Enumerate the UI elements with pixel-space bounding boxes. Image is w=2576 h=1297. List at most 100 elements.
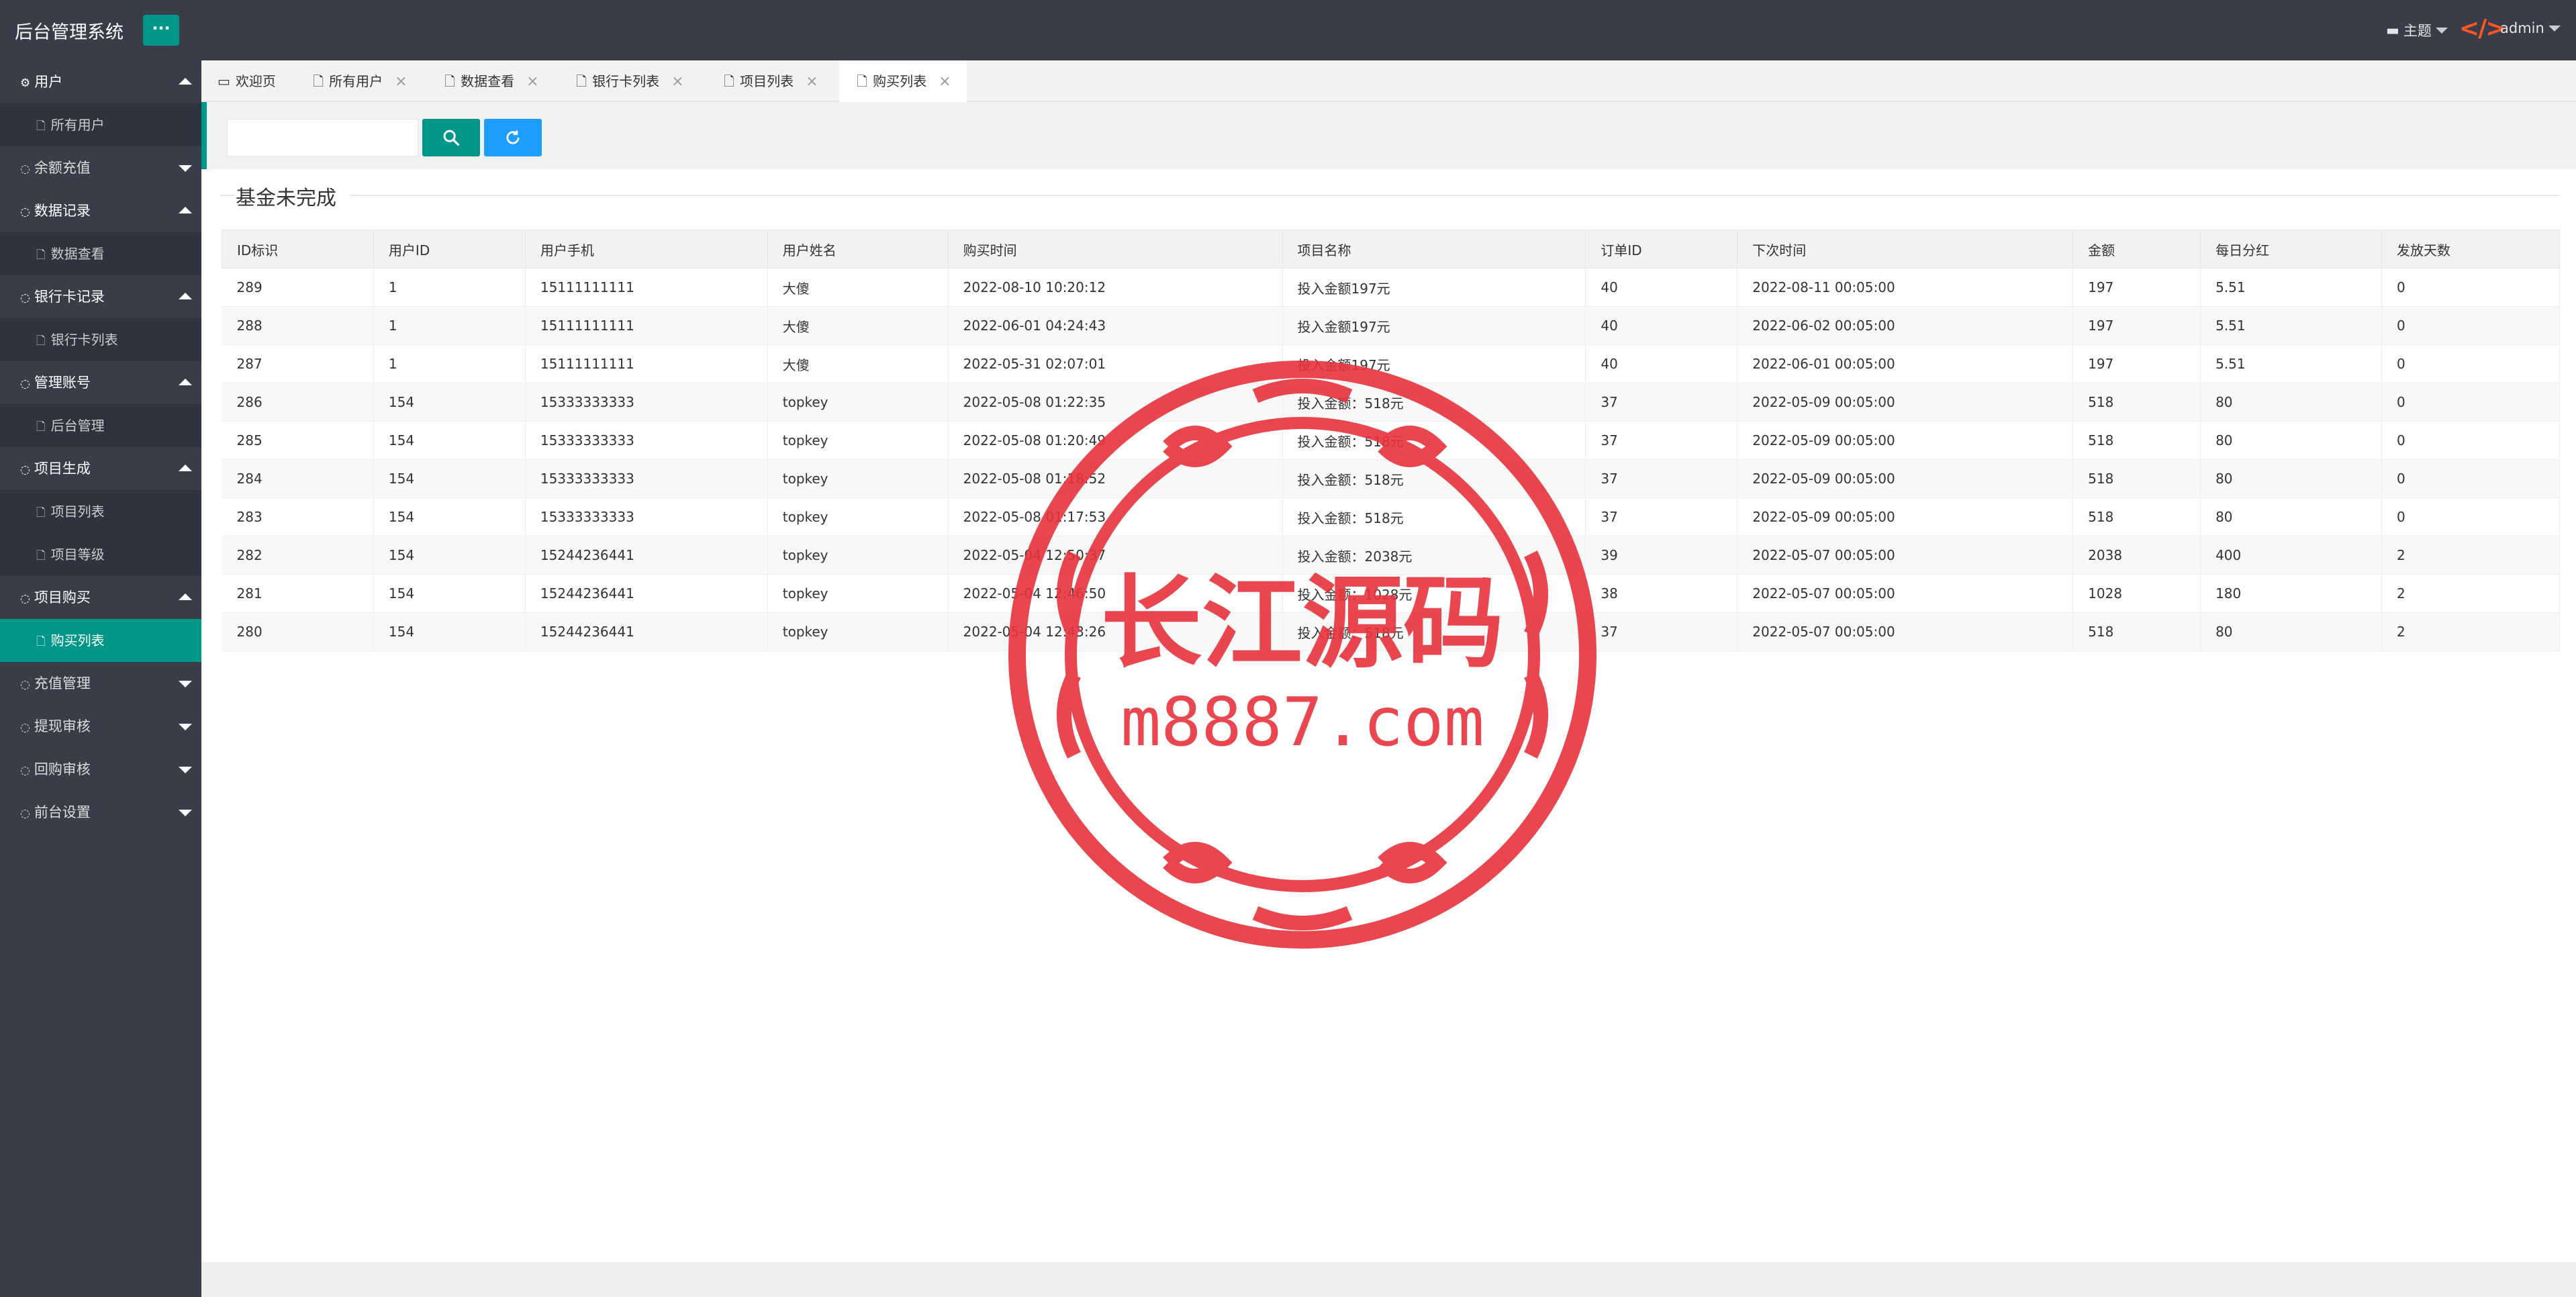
search-button[interactable] [422, 119, 480, 156]
tab[interactable]: 🗋 项目列表 × [706, 60, 839, 102]
column-header[interactable]: 金额 [2072, 230, 2201, 269]
close-icon[interactable]: × [526, 73, 538, 90]
column-header[interactable]: 用户姓名 [767, 230, 949, 269]
sidebar-group[interactable]: ◌ 管理账号 [0, 361, 201, 404]
table-cell: 0 [2381, 344, 2561, 383]
theme-icon: ▬ [2386, 22, 2399, 38]
table-cell: 154 [373, 574, 526, 613]
sidebar-item[interactable]: 🗋 数据查看 [0, 232, 201, 275]
sidebar-group[interactable]: ◌ 充值管理 [0, 662, 201, 705]
tab[interactable]: ▭ 欢迎页 [201, 60, 295, 102]
sidebar-group[interactable]: ◌ 项目购买 [0, 576, 201, 619]
app-title: 后台管理系统 [15, 22, 124, 43]
table-cell: 投入金额197元 [1282, 344, 1586, 383]
close-icon[interactable]: × [671, 73, 683, 90]
sidebar-group[interactable]: ⚙ 用户 [0, 60, 201, 103]
table-row[interactable]: 287 1 15111111111 大傻 2022-05-31 02:07:01 投入金额… [222, 344, 2561, 383]
footer-bar [201, 1262, 2576, 1297]
table-cell: 37 [1585, 383, 1738, 422]
sidebar-group[interactable]: ◌ 提现审核 [0, 705, 201, 748]
table-cell: 2022-06-01 04:24:43 [948, 306, 1283, 345]
tab[interactable]: 🗋 所有用户 × [295, 60, 427, 102]
close-icon[interactable]: × [939, 73, 951, 90]
table-row[interactable]: 289 1 15111111111 大傻 2022-08-10 10:20:12 投入金额… [222, 268, 2561, 307]
table-row[interactable]: 280 154 15244236441 topkey 2022-05-04 12:43:… [222, 612, 2561, 651]
table-cell: 15244236441 [525, 612, 768, 651]
table-cell: 2022-08-10 10:20:12 [948, 268, 1283, 307]
close-icon[interactable]: × [395, 73, 407, 90]
table-cell: 287 [222, 344, 374, 383]
table-row[interactable]: 281 154 15244236441 topkey 2022-05-04 12:46:… [222, 574, 2561, 613]
table-cell: 2022-05-09 00:05:00 [1737, 459, 2074, 498]
table-cell: 283 [222, 497, 374, 536]
column-header[interactable]: 购买时间 [947, 230, 1283, 269]
sidebar-item[interactable]: 🗋 后台管理 [0, 404, 201, 447]
table-row[interactable]: 288 1 15111111111 大傻 2022-06-01 04:24:43 投入金额… [222, 306, 2561, 345]
menu-toggle-button[interactable]: ··· [143, 15, 179, 46]
chevron-up-icon [179, 207, 192, 213]
sidebar-item[interactable]: 🗋 项目列表 [0, 490, 201, 533]
table-row[interactable]: 286 154 15333333333 topkey 2022-05-08 01:22:… [222, 383, 2561, 422]
refresh-button[interactable] [484, 119, 542, 156]
table-cell: 0 [2381, 497, 2561, 536]
table-cell: 2022-05-04 12:43:26 [948, 612, 1283, 651]
table-row[interactable]: 284 154 15333333333 topkey 2022-05-08 01:18:… [222, 459, 2561, 498]
sidebar-item-label: 后台管理 [50, 418, 105, 434]
watermark-line2: m8887.com [1120, 683, 1484, 761]
file-icon: 🗋 [36, 506, 46, 520]
column-header[interactable]: ID标识 [222, 230, 374, 269]
circle-icon: ◌ [20, 463, 30, 477]
table-cell: 40 [1585, 268, 1738, 307]
column-header[interactable]: 发放天数 [2381, 230, 2561, 269]
sidebar-item[interactable]: 🗋 所有用户 [0, 103, 201, 146]
search-input[interactable] [227, 119, 418, 156]
sidebar-group-label: 用户 [34, 74, 63, 90]
user-menu[interactable]: admin [2500, 20, 2561, 36]
theme-menu[interactable]: ▬ 主题 [2386, 20, 2448, 40]
circle-icon: ◌ [20, 592, 30, 606]
column-header[interactable]: 订单ID [1585, 230, 1738, 269]
gear-icon: ⚙ [20, 77, 31, 90]
column-header[interactable]: 每日分红 [2200, 230, 2382, 269]
sidebar-item[interactable]: 🗋 项目等级 [0, 533, 201, 576]
column-header[interactable]: 项目名称 [1282, 230, 1586, 269]
table-cell: 2 [2381, 536, 2561, 575]
sidebar-group[interactable]: ◌ 回购审核 [0, 748, 201, 791]
table-cell: topkey [767, 383, 949, 422]
close-icon[interactable]: × [806, 73, 818, 90]
tab[interactable]: 🗋 数据查看 × [427, 60, 559, 102]
table-cell: 2 [2381, 612, 2561, 651]
sidebar-group-label: 回购审核 [34, 761, 91, 777]
table-cell: 投入金额：518元 [1282, 612, 1586, 651]
code-icon[interactable]: </> [2459, 15, 2506, 42]
table-cell: topkey [767, 459, 949, 498]
sidebar-item[interactable]: 🗋 银行卡列表 [0, 318, 201, 361]
table-cell: 1 [373, 306, 526, 345]
tab[interactable]: 🗋 购买列表 × [839, 60, 967, 102]
table-row[interactable]: 282 154 15244236441 topkey 2022-05-04 12:50:… [222, 536, 2561, 575]
sidebar-item-label: 项目等级 [50, 546, 105, 563]
table-cell: 0 [2381, 306, 2561, 345]
sidebar-group[interactable]: ◌ 余额充值 [0, 146, 201, 189]
file-icon: 🗋 [36, 119, 46, 133]
table-cell: topkey [767, 612, 949, 651]
table-cell: 154 [373, 459, 526, 498]
sidebar-group[interactable]: ◌ 银行卡记录 [0, 275, 201, 318]
chevron-up-icon [179, 465, 192, 471]
table-cell: 286 [222, 383, 374, 422]
column-header[interactable]: 用户ID [373, 230, 526, 269]
table-row[interactable]: 285 154 15333333333 topkey 2022-05-08 01:20:… [222, 421, 2561, 460]
sidebar-group[interactable]: ◌ 数据记录 [0, 189, 201, 232]
sidebar-item[interactable]: 🗋 购买列表 [0, 619, 201, 662]
table-row[interactable]: 283 154 15333333333 topkey 2022-05-08 01:17:… [222, 497, 2561, 536]
column-header[interactable]: 用户手机 [524, 230, 768, 269]
table-cell: 投入金额：1028元 [1282, 574, 1586, 613]
table-cell: 15333333333 [525, 383, 768, 422]
sidebar-group[interactable]: ◌ 项目生成 [0, 447, 201, 490]
column-header[interactable]: 下次时间 [1737, 230, 2074, 269]
tab[interactable]: 🗋 银行卡列表 × [559, 60, 706, 102]
sidebar: ⚙ 用户 🗋 所有用户 ◌ 余额充值 ◌ 数据记录 🗋 数据查看 ◌ 银行卡记录 🗋 银行卡列表 ◌ 管理账号… [0, 60, 201, 1297]
sidebar-group[interactable]: ◌ 前台设置 [0, 791, 201, 834]
sidebar-group-label: 前台设置 [34, 804, 91, 820]
table-cell: 15111111111 [525, 306, 768, 345]
